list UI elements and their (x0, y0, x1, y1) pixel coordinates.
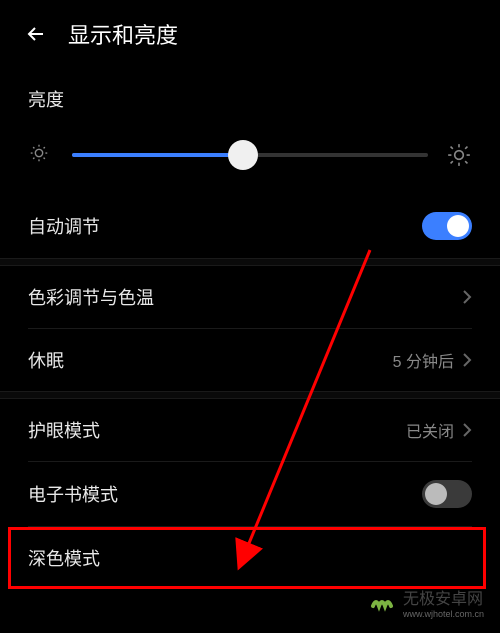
brightness-label: 亮度 (0, 68, 500, 124)
brightness-high-icon (446, 142, 472, 168)
brightness-slider[interactable] (72, 153, 428, 157)
eye-comfort-label: 护眼模式 (28, 417, 100, 443)
row-eye-comfort[interactable]: 护眼模式 已关闭 (0, 399, 500, 461)
watermark-logo-icon (369, 588, 397, 616)
auto-adjust-toggle[interactable] (422, 212, 472, 240)
row-auto-adjust: 自动调节 (0, 194, 500, 258)
divider (0, 258, 500, 266)
dark-mode-label: 深色模式 (28, 545, 100, 571)
divider (0, 391, 500, 399)
brightness-slider-row (0, 124, 500, 194)
page-title: 显示和亮度 (68, 18, 178, 50)
auto-adjust-label: 自动调节 (28, 213, 100, 239)
ebook-label: 电子书模式 (28, 481, 118, 507)
sleep-label: 休眠 (28, 347, 64, 373)
watermark: 无极安卓网 www.wjhotel.com.cn (363, 581, 490, 623)
header: 显示和亮度 (0, 0, 500, 68)
row-dark-mode[interactable]: 深色模式 (0, 527, 500, 589)
sleep-value: 5 分钟后 (393, 348, 454, 372)
chevron-right-icon (462, 352, 472, 368)
watermark-text: 无极安卓网 (403, 585, 484, 609)
row-sleep[interactable]: 休眠 5 分钟后 (0, 329, 500, 391)
brightness-low-icon (28, 142, 54, 168)
chevron-right-icon (462, 422, 472, 438)
eye-comfort-value: 已关闭 (406, 418, 454, 442)
chevron-right-icon (462, 289, 472, 305)
color-temp-label: 色彩调节与色温 (28, 284, 154, 310)
ebook-toggle[interactable] (422, 480, 472, 508)
row-color-temp[interactable]: 色彩调节与色温 (0, 266, 500, 328)
watermark-url: www.wjhotel.com.cn (403, 609, 484, 619)
back-arrow-icon[interactable] (24, 22, 48, 46)
row-ebook: 电子书模式 (0, 462, 500, 526)
